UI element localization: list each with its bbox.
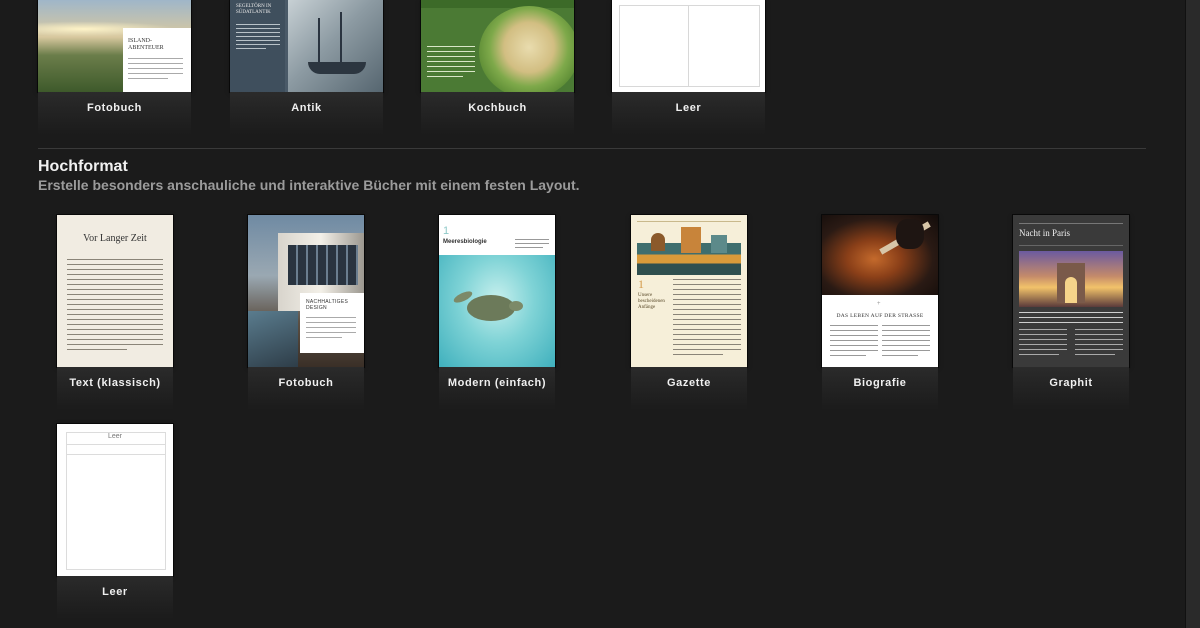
thumbnail: ISLAND- ABENTEUER <box>38 0 191 92</box>
thumbnail: 1 Meeresbiologie <box>439 215 555 367</box>
vertical-scrollbar[interactable] <box>1185 0 1200 628</box>
template-kochbuch[interactable]: Kochbuch <box>421 0 574 135</box>
template-fotobuch-portrait[interactable]: NACHHALTIGES DESIGN Fotobuch <box>248 215 364 410</box>
thumbnail: 1 Unsere bescheidenen Anfänge <box>631 215 747 367</box>
thumbnail: SEGELTÖRN IN SÜDATLANTIK <box>230 0 383 92</box>
template-label: Leer <box>675 102 702 114</box>
template-gazette[interactable]: 1 Unsere bescheidenen Anfänge Gazette <box>631 215 747 410</box>
thumbnail-title: DAS LEBEN AUF DER STRASSE <box>836 313 924 319</box>
template-fotobuch-landscape[interactable]: ISLAND- ABENTEUER Fotobuch <box>38 0 191 135</box>
template-biografie[interactable]: + DAS LEBEN AUF DER STRASSE Biografie <box>822 215 938 410</box>
thumbnail: Leer <box>57 424 173 576</box>
section-title: Hochformat <box>38 158 128 175</box>
template-modern-einfach[interactable]: 1 Meeresbiologie Modern (einfach) <box>439 215 555 410</box>
thumbnail-title: Meeresbiologie <box>443 239 487 245</box>
template-label: Text (klassisch) <box>69 377 161 389</box>
template-label: Leer <box>102 586 128 598</box>
section-subtitle: Erstelle besonders anschauliche und inte… <box>38 177 580 193</box>
thumbnail-title: Unsere bescheidenen Anfänge <box>638 293 665 310</box>
template-leer-landscape[interactable]: Leer <box>612 0 765 135</box>
section-divider <box>38 148 1146 149</box>
thumbnail <box>612 0 765 92</box>
template-antik[interactable]: SEGELTÖRN IN SÜDATLANTIK Antik <box>230 0 383 135</box>
thumbnail-title: Nacht in Paris <box>1019 228 1070 238</box>
thumbnail-title: Vor Langer Zeit <box>83 233 147 244</box>
template-label: Biografie <box>853 377 907 389</box>
template-label: Gazette <box>667 377 711 389</box>
thumbnail-title: NACHHALTIGES DESIGN <box>306 299 349 311</box>
template-text-klassisch[interactable]: Vor Langer Zeit Text (klassisch) <box>57 215 173 410</box>
thumbnail-number: 1 <box>443 225 450 237</box>
template-label: Fotobuch <box>278 377 334 389</box>
thumbnail: Vor Langer Zeit <box>57 215 173 367</box>
template-graphit[interactable]: Nacht in Paris Graphit <box>1013 215 1129 410</box>
thumbnail-title: SEGELTÖRN IN SÜDATLANTIK <box>236 4 272 15</box>
thumbnail-title: ISLAND- ABENTEUER <box>128 38 164 51</box>
thumbnail: + DAS LEBEN AUF DER STRASSE <box>822 215 938 367</box>
thumbnail: Nacht in Paris <box>1013 215 1129 367</box>
thumbnail: NACHHALTIGES DESIGN <box>248 215 364 367</box>
template-label: Fotobuch <box>87 102 142 114</box>
template-label: Modern (einfach) <box>447 377 547 389</box>
template-label: Graphit <box>1049 377 1093 389</box>
template-label: Kochbuch <box>468 102 527 114</box>
thumbnail-number: 1 <box>638 277 644 291</box>
thumbnail <box>421 0 574 92</box>
template-leer-portrait[interactable]: Leer Leer <box>57 424 173 624</box>
template-label: Antik <box>291 102 322 114</box>
